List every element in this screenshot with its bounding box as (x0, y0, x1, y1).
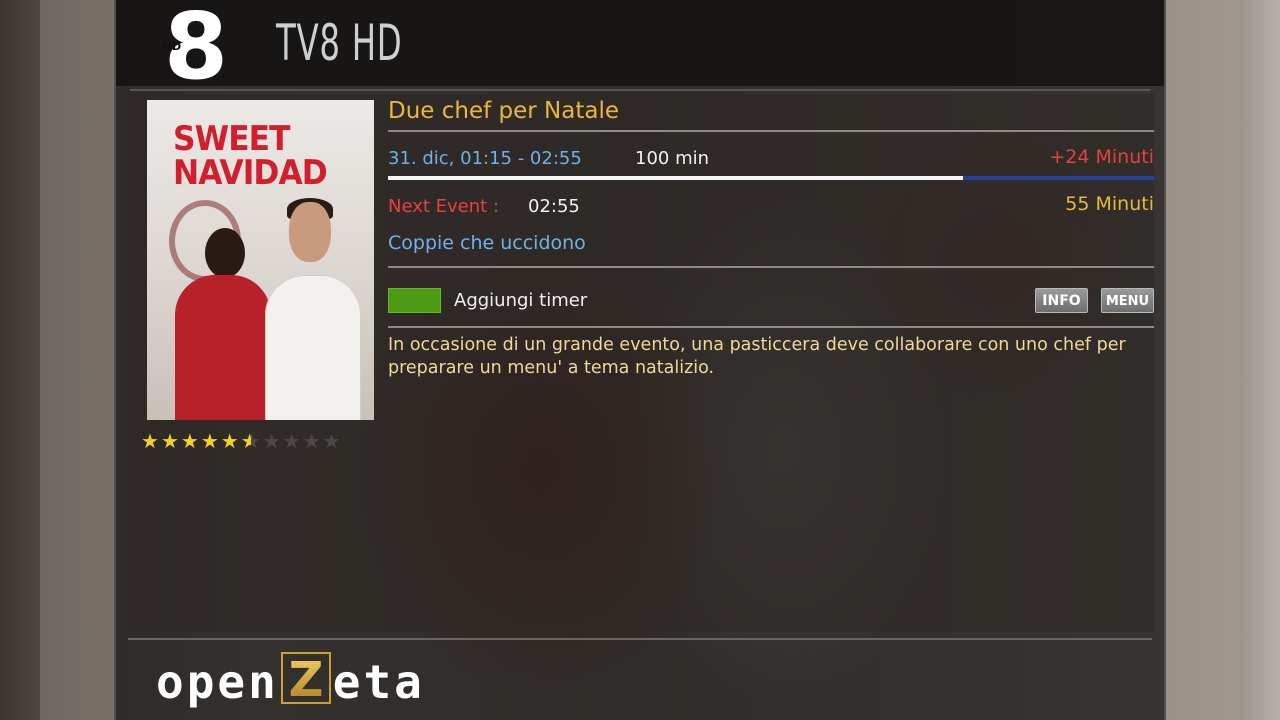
event-poster: SWEET NAVIDAD (147, 100, 374, 420)
background-edge-left (0, 0, 40, 720)
infobar-header: 8 HD TV8 HD (116, 0, 1164, 86)
actions-divider (388, 326, 1154, 328)
star-icon: ★ (302, 429, 321, 453)
title-divider (388, 130, 1154, 132)
brand-z-logo: Z (280, 652, 331, 704)
header-divider (130, 89, 1150, 91)
event-time-range: 31. dic, 01:15 - 02:55 (388, 148, 582, 169)
star-icon: ★ (160, 429, 179, 453)
star-icon: ★ (322, 429, 341, 453)
channel-name: TV8 HD (276, 14, 403, 72)
add-timer-button[interactable]: Aggiungi timer (454, 290, 587, 311)
channel-logo-badge: HD (163, 40, 181, 53)
poster-title: SWEET NAVIDAD (173, 122, 348, 190)
event-progress-fill (388, 176, 963, 180)
event-description: In occasione di un grande evento, una pa… (388, 335, 1126, 378)
next-event-remaining: 55 Minuti (1065, 193, 1154, 215)
next-event-title: Coppie che uccidono (388, 232, 586, 254)
menu-button[interactable]: MENU (1101, 288, 1154, 313)
brand-z-letter: Z (288, 652, 323, 704)
star-icon: ★ (141, 429, 159, 453)
event-duration: 100 min (635, 148, 710, 169)
poster-title-line2: NAVIDAD (173, 153, 328, 193)
event-content: SWEET NAVIDAD ★ ★ ★ ★ ★ ★★ ★ ★ ★ ★ Due chef per N… (128, 94, 1154, 632)
poster-woman-head (205, 228, 245, 278)
footer-divider (128, 638, 1152, 640)
poster-woman (175, 275, 271, 420)
star-icon: ★ (220, 429, 239, 453)
infobar-panel: 8 HD TV8 HD SWEET NAVIDAD ★ ★ ★ ★ ★ ★★ ★ ★ ★ ★ Du… (114, 0, 1166, 720)
star-icon: ★ (282, 429, 301, 453)
poster-man (265, 275, 361, 420)
star-rating: ★ ★ ★ ★ ★ ★★ ★ ★ ★ ★ (141, 430, 340, 452)
info-button[interactable]: INFO (1035, 288, 1088, 313)
event-progress-bar (388, 176, 1154, 180)
brand-prefix: open (156, 655, 279, 709)
next-event-time: 02:55 (528, 196, 580, 217)
channel-logo: 8 HD (163, 6, 228, 82)
star-icon: ★★ (240, 430, 261, 452)
event-title: Due chef per Natale (388, 98, 619, 124)
star-icon: ★ (262, 429, 281, 453)
poster-title-line1: SWEET (173, 119, 290, 159)
green-key-icon[interactable] (388, 288, 441, 313)
next-event-label: Next Event : (388, 196, 500, 217)
next-event-divider (388, 266, 1154, 268)
footer-brand: open Z eta (156, 652, 425, 712)
background-edge-right (1240, 0, 1280, 720)
star-icon: ★ (180, 429, 199, 453)
brand-suffix: eta (332, 655, 425, 709)
star-icon: ★ (200, 429, 219, 453)
poster-man-head (289, 202, 331, 262)
event-elapsed: +24 Minuti (1049, 146, 1154, 168)
